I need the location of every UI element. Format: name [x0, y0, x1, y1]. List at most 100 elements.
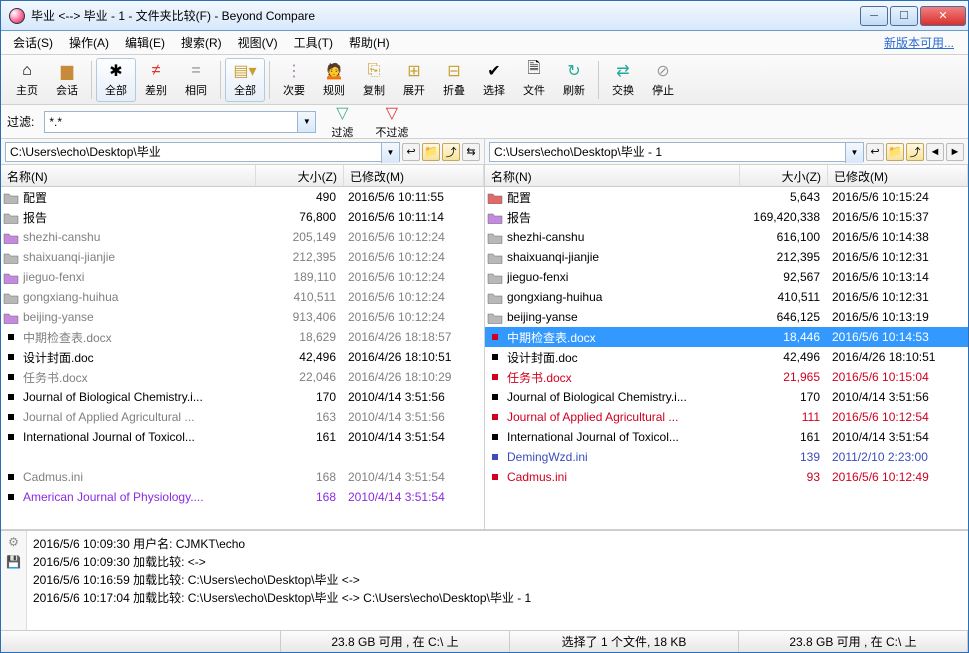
row-date: 2010/4/14 3:51:54: [826, 430, 966, 444]
right-prev-button[interactable]: ◄: [926, 143, 944, 161]
col-modified-header[interactable]: 已修改(M): [828, 165, 968, 186]
right-pathbar: ▼ ↩ 📁 ⤴ ◄ ►: [485, 139, 968, 165]
left-path-input[interactable]: [5, 142, 400, 162]
minimize-button[interactable]: ─: [860, 6, 888, 26]
same-button[interactable]: =相同: [176, 58, 216, 102]
filter-button[interactable]: ▽过滤: [322, 107, 362, 137]
right-next-button[interactable]: ►: [946, 143, 964, 161]
row-name: jieguo-fenxi: [23, 270, 254, 284]
menu-edit[interactable]: 编辑(E): [117, 32, 173, 53]
expand-button[interactable]: ⊞展开: [394, 58, 434, 102]
menu-action[interactable]: 操作(A): [61, 32, 117, 53]
table-row[interactable]: beijing-yanse913,4062016/5/6 10:12:24: [1, 307, 484, 327]
select-button[interactable]: ✔选择: [474, 58, 514, 102]
stop-button[interactable]: ⊘停止: [643, 58, 683, 102]
row-icon: [3, 190, 19, 204]
right-path-input[interactable]: [489, 142, 864, 162]
session-button[interactable]: ▆会话: [47, 58, 87, 102]
right-up-button[interactable]: ⤴: [906, 143, 924, 161]
right-grid-body[interactable]: 配置5,6432016/5/6 10:15:24报告169,420,338201…: [485, 187, 968, 529]
table-row[interactable]: shezhi-canshu616,1002016/5/6 10:14:38: [485, 227, 968, 247]
table-row[interactable]: 报告76,8002016/5/6 10:11:14: [1, 207, 484, 227]
save-icon[interactable]: 💾: [6, 555, 21, 569]
table-row[interactable]: Cadmus.ini932016/5/6 10:12:49: [485, 467, 968, 487]
table-row[interactable]: shaixuanqi-jianjie212,3952016/5/6 10:12:…: [1, 247, 484, 267]
left-history-button[interactable]: ↩: [402, 143, 420, 161]
table-row[interactable]: International Journal of Toxicol...16120…: [1, 427, 484, 447]
all2-button[interactable]: ▤▾全部: [225, 58, 265, 102]
table-row[interactable]: jieguo-fenxi189,1102016/5/6 10:12:24: [1, 267, 484, 287]
table-row[interactable]: gongxiang-huihua410,5112016/5/6 10:12:24: [1, 287, 484, 307]
gear-icon[interactable]: ⚙: [8, 535, 19, 549]
table-row[interactable]: shaixuanqi-jianjie212,3952016/5/6 10:12:…: [485, 247, 968, 267]
table-row[interactable]: [1, 447, 484, 467]
table-row[interactable]: Cadmus.ini1682010/4/14 3:51:54: [1, 467, 484, 487]
left-path-dropdown[interactable]: ▼: [381, 143, 399, 163]
table-row[interactable]: DemingWzd.ini1392011/2/10 2:23:00: [485, 447, 968, 467]
status-selection: 选择了 1 个文件, 18 KB: [510, 631, 739, 652]
filter-input[interactable]: [44, 111, 316, 133]
menu-session[interactable]: 会话(S): [5, 32, 61, 53]
star-icon: ✱: [107, 62, 125, 80]
table-row[interactable]: 中期检查表.docx18,6292016/4/26 18:18:57: [1, 327, 484, 347]
table-row[interactable]: jieguo-fenxi92,5672016/5/6 10:13:14: [485, 267, 968, 287]
nofilter-button[interactable]: ▽不过滤: [368, 107, 415, 137]
col-name-header[interactable]: 名称(N): [485, 165, 740, 186]
col-size-header[interactable]: 大小(Z): [256, 165, 344, 186]
home-button[interactable]: ⌂主页: [7, 58, 47, 102]
log-lines[interactable]: 2016/5/6 10:09:30 用户名: CJMKT\echo2016/5/…: [27, 531, 968, 630]
diff-button[interactable]: ≠差别: [136, 58, 176, 102]
maximize-button[interactable]: ☐: [890, 6, 918, 26]
log-line: 2016/5/6 10:17:04 加载比较: C:\Users\echo\De…: [33, 589, 962, 607]
menu-tools[interactable]: 工具(T): [286, 32, 341, 53]
minor-button[interactable]: ⋮次要: [274, 58, 314, 102]
row-date: 2016/5/6 10:14:53: [826, 330, 966, 344]
table-row[interactable]: 中期检查表.docx18,4462016/5/6 10:14:53: [485, 327, 968, 347]
table-row[interactable]: Journal of Applied Agricultural ...11120…: [485, 407, 968, 427]
collapse-button[interactable]: ⊟折叠: [434, 58, 474, 102]
refresh-button[interactable]: ↻刷新: [554, 58, 594, 102]
row-icon: [3, 330, 19, 344]
table-row[interactable]: 设计封面.doc42,4962016/4/26 18:10:51: [485, 347, 968, 367]
filterbar: 过滤: ▼ ▽过滤 ▽不过滤: [1, 105, 968, 139]
swap-button[interactable]: ⇄交换: [603, 58, 643, 102]
menu-search[interactable]: 搜索(R): [173, 32, 230, 53]
col-modified-header[interactable]: 已修改(M): [344, 165, 484, 186]
right-history-button[interactable]: ↩: [866, 143, 884, 161]
left-up-button[interactable]: ⤴: [442, 143, 460, 161]
table-row[interactable]: 任务书.docx21,9652016/5/6 10:15:04: [485, 367, 968, 387]
left-sync-button[interactable]: ⇆: [462, 143, 480, 161]
menu-view[interactable]: 视图(V): [230, 32, 286, 53]
filter-dropdown-button[interactable]: ▼: [297, 112, 315, 132]
table-row[interactable]: International Journal of Toxicol...16120…: [485, 427, 968, 447]
table-row[interactable]: Journal of Biological Chemistry.i...1702…: [485, 387, 968, 407]
table-row[interactable]: 报告169,420,3382016/5/6 10:15:37: [485, 207, 968, 227]
col-name-header[interactable]: 名称(N): [1, 165, 256, 186]
left-browse-button[interactable]: 📁: [422, 143, 440, 161]
copy-button[interactable]: ⎘复制: [354, 58, 394, 102]
close-button[interactable]: ✕: [920, 6, 966, 26]
table-row[interactable]: shezhi-canshu205,1492016/5/6 10:12:24: [1, 227, 484, 247]
table-row[interactable]: 设计封面.doc42,4962016/4/26 18:10:51: [1, 347, 484, 367]
all-button[interactable]: ✱全部: [96, 58, 136, 102]
table-row[interactable]: Journal of Applied Agricultural ...16320…: [1, 407, 484, 427]
row-date: 2016/4/26 18:10:51: [342, 350, 482, 364]
table-row[interactable]: Journal of Biological Chemistry.i...1702…: [1, 387, 484, 407]
col-size-header[interactable]: 大小(Z): [740, 165, 828, 186]
table-row[interactable]: 配置4902016/5/6 10:11:55: [1, 187, 484, 207]
files-button[interactable]: 🗎文件: [514, 58, 554, 102]
table-row[interactable]: 配置5,6432016/5/6 10:15:24: [485, 187, 968, 207]
left-grid-body[interactable]: 配置4902016/5/6 10:11:55报告76,8002016/5/6 1…: [1, 187, 484, 529]
table-row[interactable]: gongxiang-huihua410,5112016/5/6 10:12:31: [485, 287, 968, 307]
row-size: 5,643: [738, 190, 826, 204]
rules-button[interactable]: 🙍规则: [314, 58, 354, 102]
table-row[interactable]: beijing-yanse646,1252016/5/6 10:13:19: [485, 307, 968, 327]
equal-icon: =: [187, 62, 205, 80]
table-row[interactable]: American Journal of Physiology....168201…: [1, 487, 484, 507]
right-browse-button[interactable]: 📁: [886, 143, 904, 161]
right-path-dropdown[interactable]: ▼: [845, 143, 863, 163]
new-version-link[interactable]: 新版本可用...: [876, 32, 964, 53]
menu-help[interactable]: 帮助(H): [341, 32, 398, 53]
table-row[interactable]: 任务书.docx22,0462016/4/26 18:10:29: [1, 367, 484, 387]
status-disk-left: 23.8 GB 可用 , 在 C:\ 上: [281, 631, 510, 652]
